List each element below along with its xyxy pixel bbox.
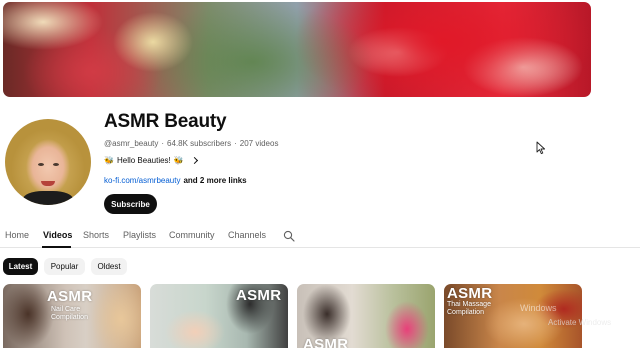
thumbnail-title: ASMR [47, 288, 93, 305]
tab-videos[interactable]: Videos [43, 230, 72, 240]
activate-windows-text: Activate Windows [548, 318, 612, 327]
thumbnail-title: ASMR [303, 336, 349, 348]
video-thumbnail[interactable]: ASMR [150, 284, 288, 348]
bee-emoji: 🐝 [173, 156, 184, 165]
tab-community[interactable]: Community [169, 230, 215, 240]
chevron-right-icon[interactable] [190, 156, 198, 165]
windows-watermark: Windows [520, 303, 557, 313]
channel-handle: @asmr_beauty [104, 139, 159, 148]
video-count: 207 videos [239, 139, 279, 148]
active-tab-indicator [42, 246, 71, 248]
subscriber-count: 64.8K subscribers [167, 139, 232, 148]
subscribe-button[interactable]: Subscribe [104, 194, 157, 214]
bee-emoji: 🐝 [104, 156, 114, 165]
avatar-shirt [23, 191, 73, 205]
tab-channels[interactable]: Channels [228, 230, 266, 240]
avatar-eye [38, 163, 44, 166]
avatar-eye [53, 163, 59, 166]
chip-popular[interactable]: Popular [44, 258, 85, 275]
chip-latest[interactable]: Latest [3, 258, 38, 275]
channel-description[interactable]: 🐝 Hello Beauties! 🐝 [104, 156, 198, 165]
tab-shorts[interactable]: Shorts [83, 230, 109, 240]
channel-avatar[interactable] [5, 119, 91, 205]
description-text: Hello Beauties! [116, 156, 171, 165]
more-links-button[interactable]: and 2 more links [183, 176, 246, 185]
channel-name: ASMR Beauty [104, 111, 227, 132]
meta-separator: · [234, 139, 237, 148]
chip-oldest[interactable]: Oldest [91, 258, 127, 275]
thumbnail-title: ASMR [236, 287, 282, 304]
channel-tabs: Home Videos Shorts Playlists Community C… [0, 224, 640, 248]
thumbnail-subtitle: Thai Massage Compilation [447, 301, 491, 316]
meta-separator: · [161, 139, 165, 148]
video-thumbnail[interactable]: ASMR [297, 284, 435, 348]
thumbnail-subtitle: Nail Care Compilation [51, 306, 88, 321]
channel-banner [3, 2, 591, 97]
search-icon[interactable] [283, 230, 295, 242]
tab-home[interactable]: Home [5, 230, 29, 240]
channel-links: ko-fi.com/asmrbeauty and 2 more links [104, 176, 247, 185]
tab-playlists[interactable]: Playlists [123, 230, 156, 240]
avatar-mouth [41, 181, 55, 186]
kofi-link[interactable]: ko-fi.com/asmrbeauty [104, 176, 180, 185]
thumbnail-title: ASMR [447, 285, 493, 302]
video-thumbnail[interactable]: ASMR Thai Massage Compilation [444, 284, 582, 348]
channel-meta: @asmr_beauty · 64.8K subscribers · 207 video… [104, 139, 278, 148]
video-thumbnail[interactable]: ASMR Nail Care Compilation [3, 284, 141, 348]
